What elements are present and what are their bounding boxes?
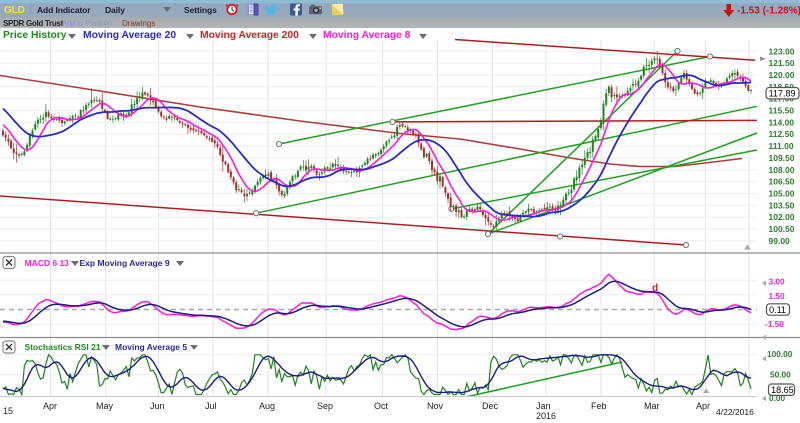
svg-text:1.50: 1.50 — [769, 291, 786, 301]
svg-text:-1.50: -1.50 — [765, 319, 784, 329]
svg-text:105.00: 105.00 — [769, 189, 795, 199]
svg-text:103.50: 103.50 — [769, 200, 795, 210]
svg-text:106.50: 106.50 — [769, 177, 795, 187]
svg-text:Apr: Apr — [696, 401, 710, 411]
svg-text:115.50: 115.50 — [769, 106, 795, 116]
svg-text:111.00: 111.00 — [769, 141, 794, 151]
svg-text:109.50: 109.50 — [769, 153, 795, 163]
svg-text:Sep: Sep — [317, 401, 333, 411]
svg-text:18.65: 18.65 — [771, 385, 794, 395]
svg-text:0.11: 0.11 — [769, 305, 786, 315]
svg-text:100.50: 100.50 — [769, 224, 795, 234]
svg-text:3.00: 3.00 — [769, 276, 786, 286]
svg-text:Apr: Apr — [43, 401, 57, 411]
svg-text:112.50: 112.50 — [769, 129, 795, 139]
svg-text:May: May — [96, 401, 114, 411]
svg-text:Jan: Jan — [536, 401, 551, 411]
svg-text:Nov: Nov — [427, 401, 444, 411]
svg-text:Feb: Feb — [591, 401, 607, 411]
svg-text:-1.53 (-1.28%): -1.53 (-1.28%) — [737, 6, 800, 17]
svg-text:120.00: 120.00 — [769, 70, 795, 80]
svg-text:2016: 2016 — [536, 411, 556, 421]
svg-text:Dec: Dec — [482, 401, 499, 411]
svg-text:Jun: Jun — [150, 401, 165, 411]
svg-text:99.00: 99.00 — [769, 236, 791, 246]
svg-text:4/22/2016: 4/22/2016 — [716, 407, 754, 417]
svg-text:Mar: Mar — [644, 401, 660, 411]
svg-text:50.00: 50.00 — [770, 369, 791, 379]
svg-text:Jul: Jul — [205, 401, 217, 411]
svg-text:100.00: 100.00 — [767, 349, 793, 359]
svg-text:Aug: Aug — [259, 401, 275, 411]
svg-text:123.00: 123.00 — [769, 46, 795, 56]
svg-text:102.00: 102.00 — [769, 212, 795, 222]
svg-text:114.00: 114.00 — [769, 117, 795, 127]
svg-text:117.89: 117.89 — [769, 89, 796, 99]
svg-text:Oct: Oct — [374, 401, 389, 411]
svg-text:121.50: 121.50 — [769, 58, 795, 68]
svg-text:d: d — [652, 283, 658, 294]
svg-text:108.00: 108.00 — [769, 165, 795, 175]
